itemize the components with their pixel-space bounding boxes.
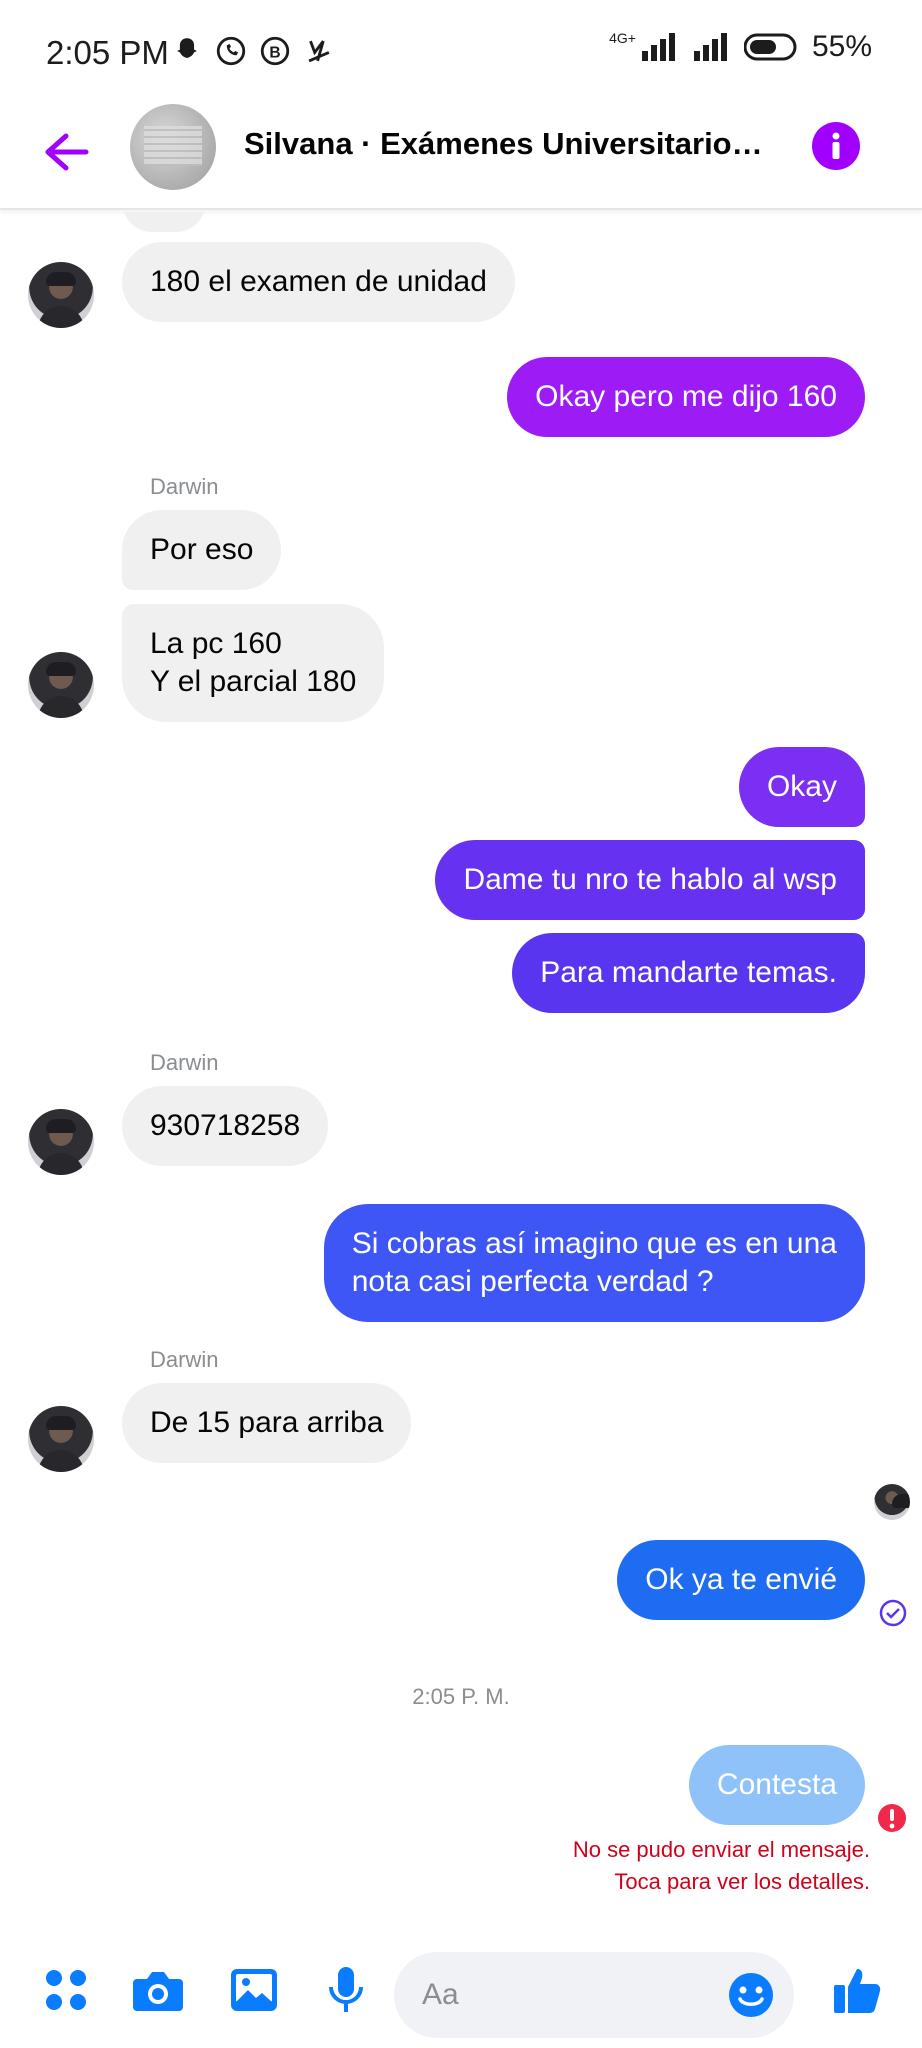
info-button[interactable] — [812, 122, 860, 170]
message-bubble-partial[interactable] — [122, 212, 206, 232]
status-right: 4G+ 55% — [609, 30, 872, 64]
message-bubble-incoming[interactable]: 180 el examen de unidad — [122, 242, 515, 322]
delivered-check-icon — [879, 1599, 907, 1627]
four-dots-icon — [46, 1970, 86, 2010]
message-bubble-outgoing[interactable]: Si cobras así imagino que es en una nota… — [323, 1204, 865, 1322]
gallery-button[interactable] — [226, 1962, 282, 2018]
sender-name: Darwin — [150, 1347, 219, 1372]
message-line: La pc 160 — [150, 627, 282, 660]
message-line: Si cobras así imagino que es en una — [351, 1227, 837, 1260]
signal-icon — [641, 33, 675, 61]
back-arrow-icon — [45, 133, 89, 171]
error-line: Toca para ver los detalles. — [614, 1869, 870, 1894]
like-button[interactable] — [830, 1962, 886, 2018]
group-avatar[interactable] — [130, 104, 216, 190]
message-bubble-incoming[interactable]: Por eso — [122, 510, 282, 590]
message-bubble-outgoing[interactable]: Ok ya te envié — [617, 1540, 865, 1620]
image-icon — [231, 1969, 277, 2011]
message-bubble-outgoing[interactable]: Okay — [738, 747, 865, 827]
error-icon[interactable] — [876, 1802, 908, 1834]
message-bubble-failed[interactable]: Contesta — [688, 1745, 865, 1825]
message-line: Y el parcial 180 — [150, 665, 357, 698]
notification-icons: B — [170, 34, 336, 68]
conversation-header: Silvana · Exámenes Universitarios ... — [0, 104, 922, 210]
message-list[interactable]: 180 el examen de unidad Okay pero me dij… — [0, 212, 922, 1932]
camera-icon — [133, 1972, 183, 2011]
composer-bar — [0, 1932, 922, 2048]
status-bar: 2:05 PM B 4G+ 55% — [0, 0, 922, 104]
snapchat-icon — [177, 38, 197, 59]
send-error-message[interactable]: No se pudo enviar el mensaje. Toca para … — [573, 1834, 870, 1898]
avatar[interactable] — [28, 1406, 94, 1472]
emoji-icon[interactable] — [728, 1972, 774, 2018]
message-bubble-incoming[interactable]: La pc 160 Y el parcial 180 — [122, 604, 385, 722]
message-bubble-incoming[interactable]: 930718258 — [122, 1086, 329, 1166]
status-time: 2:05 PM — [46, 34, 169, 71]
battery-percent: 55% — [811, 30, 872, 63]
battery-icon — [743, 33, 797, 61]
sender-name: Darwin — [150, 1050, 219, 1075]
message-bubble-outgoing[interactable]: Para mandarte temas. — [512, 933, 865, 1013]
avatar[interactable] — [28, 652, 94, 718]
avatar[interactable] — [28, 1109, 94, 1175]
back-button[interactable] — [36, 122, 96, 182]
thumbs-up-icon — [834, 1969, 881, 2013]
signal-icon-2 — [693, 33, 727, 61]
menu-button[interactable] — [38, 1962, 94, 2018]
camera-button[interactable] — [130, 1962, 186, 2018]
read-receipt-avatar — [874, 1484, 910, 1520]
message-bubble-outgoing[interactable]: Okay pero me dijo 160 — [507, 357, 865, 437]
message-bubble-outgoing[interactable]: Dame tu nro te hablo al wsp — [435, 840, 865, 920]
error-line: No se pudo enviar el mensaje. — [572, 1837, 870, 1862]
avatar[interactable] — [28, 262, 94, 328]
app-y-icon — [308, 40, 330, 63]
business-icon: B — [260, 36, 290, 66]
message-bubble-incoming[interactable]: De 15 para arriba — [122, 1383, 412, 1463]
whatsapp-icon — [216, 36, 246, 66]
info-icon — [832, 132, 840, 159]
svg-text:B: B — [269, 44, 280, 61]
message-timestamp: 2:05 P. M. — [412, 1684, 510, 1709]
network-type: 4G+ — [609, 30, 636, 46]
sender-name: Darwin — [150, 474, 219, 499]
voice-button[interactable] — [318, 1962, 374, 2018]
microphone-icon — [329, 1967, 363, 2012]
conversation-title[interactable]: Silvana · Exámenes Universitarios ... — [244, 126, 764, 162]
message-line: nota casi perfecta verdad ? — [351, 1265, 714, 1298]
